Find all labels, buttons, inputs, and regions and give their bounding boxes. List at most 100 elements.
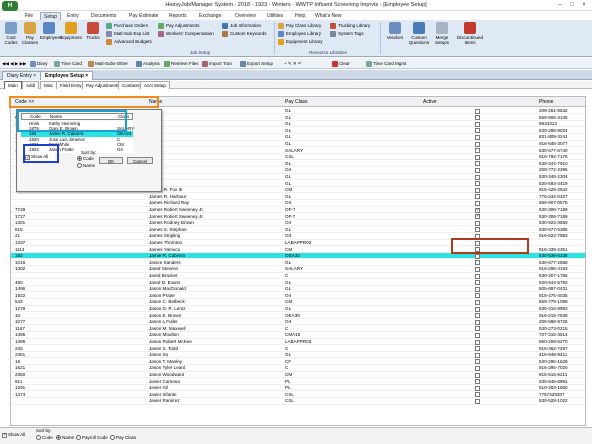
tab-pay-estimate[interactable]: Pay Estimate — [126, 12, 161, 20]
active-checkbox[interactable] — [475, 174, 480, 180]
active-checkbox[interactable] — [475, 313, 480, 319]
add-icon[interactable]: + ✎ ✕ ↶ — [284, 59, 302, 68]
pay-adjustments-button[interactable]: Pay Adjustments — [158, 22, 200, 30]
active-checkbox[interactable] — [475, 299, 480, 305]
employees-button[interactable]: Employees — [40, 22, 62, 40]
active-checkbox[interactable] — [475, 293, 480, 299]
matl-subs-other-button[interactable]: Matl-Subs-Other — [88, 59, 128, 68]
table-row[interactable]: Javier Ramirez CSL 530-528-1022 — [11, 398, 585, 405]
active-checkbox[interactable] — [475, 365, 480, 371]
active-checkbox[interactable] — [475, 161, 480, 167]
table-row[interactable]: 21 James Stripling O3 916-622-7983 — [11, 233, 585, 240]
tab-diary-entry[interactable]: Diary Entry × — [2, 71, 42, 80]
active-checkbox[interactable] — [475, 200, 480, 206]
table-row[interactable]: 226 Jason S. Todd C 916-362-7297 — [11, 346, 585, 352]
active-checkbox[interactable] — [475, 319, 480, 325]
employee-library-button[interactable]: Employee Library — [278, 30, 321, 38]
active-checkbox[interactable] — [475, 240, 480, 246]
active-checkbox[interactable] — [475, 398, 480, 404]
trucks-button[interactable]: Trucks — [84, 22, 102, 40]
export-setup-button[interactable]: Export Setup — [240, 59, 273, 68]
table-row[interactable]: 1495 Jason Moulton CMA15 707-315-3514 — [11, 332, 585, 339]
sort-payroll-code-radio[interactable]: Payroll Code — [76, 435, 108, 441]
tab-file[interactable]: File — [22, 12, 36, 20]
tab-employee-setup[interactable]: Employee Setup × — [40, 71, 94, 80]
cancel-button[interactable]: Cancel — [127, 157, 153, 164]
active-checkbox[interactable] — [475, 339, 480, 345]
maximize-icon[interactable]: □ — [566, 1, 578, 9]
equipment-library-button[interactable]: Equipment Library — [278, 38, 323, 46]
advanced-budgets-button[interactable]: Advanced Budgets — [106, 38, 152, 46]
active-checkbox[interactable] — [475, 247, 480, 253]
nav-first-button[interactable]: ◀◀ ◀ ▶ ▶▶ — [2, 59, 27, 68]
tab-exchange[interactable]: Exchange — [196, 12, 224, 20]
table-row[interactable]: 1114 James Yamuco CM 916-339-2351 — [11, 247, 585, 253]
active-checkbox[interactable] — [475, 253, 480, 259]
active-checkbox[interactable] — [475, 187, 480, 193]
active-checkbox[interactable] — [475, 266, 480, 272]
active-checkbox[interactable] — [475, 141, 480, 147]
active-checkbox[interactable] — [475, 148, 480, 154]
active-checkbox[interactable] — [475, 306, 480, 312]
table-row[interactable]: 1727 James Robert Sweeney Jr. OF-7 530-306-… — [11, 213, 585, 220]
active-checkbox[interactable] — [475, 154, 480, 160]
active-checkbox[interactable] — [475, 207, 480, 213]
table-row[interactable]: 1016 Janice Sanders GL 530-677-2558 — [11, 260, 585, 266]
time-card-mgmt-button[interactable]: Time Card Mgmt — [366, 59, 406, 68]
active-checkbox[interactable] — [475, 194, 480, 200]
ok-button[interactable]: OK — [99, 157, 123, 164]
cost-codes-button[interactable]: Cost Codes — [2, 22, 20, 45]
retrieve-files-button[interactable]: Retrieve Files — [164, 59, 199, 68]
active-checkbox[interactable] — [475, 233, 480, 239]
table-row[interactable]: 1496 Jason MacDonald GL 505-697-0431 — [11, 286, 585, 293]
active-checkbox[interactable] — [475, 372, 480, 378]
popup-sort-code[interactable]: Code — [77, 156, 94, 162]
col-header-name[interactable]: Name — [149, 99, 162, 105]
workers-compensation-button[interactable]: Workers' Compensation — [158, 30, 214, 38]
active-checkbox[interactable] — [475, 108, 480, 114]
popup-sort-name[interactable]: Name — [77, 163, 95, 169]
active-checkbox[interactable] — [475, 213, 480, 219]
active-checkbox[interactable] — [475, 326, 480, 332]
active-checkbox[interactable] — [475, 392, 480, 398]
active-checkbox[interactable] — [475, 286, 480, 292]
tab-whats-new[interactable]: What's New — [312, 12, 345, 20]
table-row[interactable]: 182 Jamie R. Cabrera OEA33 530-539-6236 — [11, 253, 585, 260]
sort-name-radio[interactable]: Name — [56, 435, 74, 441]
subtab-addl[interactable]: Addl — [22, 81, 40, 89]
tab-documents[interactable]: Documents — [88, 12, 119, 20]
table-row[interactable]: 2360 Jason Woodward CM 916-515-6211 — [11, 372, 585, 379]
active-checkbox[interactable] — [475, 134, 480, 140]
active-checkbox[interactable] — [475, 167, 480, 173]
show-all-checkbox[interactable]: Show All — [25, 152, 55, 163]
tab-entry[interactable]: Entry — [64, 12, 82, 20]
table-row[interactable]: 1621 Jason Tyler Leard C 916-295-7020 — [11, 365, 585, 372]
analysis-button[interactable]: Analysis — [136, 59, 160, 68]
table-row[interactable]: 1496 Jason Robert McKee LABAPPR03 650-200-5… — [11, 339, 585, 346]
table-row[interactable]: 1374 Javier Infante CSL 7757429307 — [11, 392, 585, 398]
pay-classes-button[interactable]: Pay Classes — [21, 22, 39, 45]
table-row[interactable]: 10 Jason E. Brown OEA30 916-215-7639 — [11, 313, 585, 319]
merge-setups-button[interactable]: Merge Setups — [432, 22, 452, 45]
active-checkbox[interactable] — [475, 121, 480, 127]
active-checkbox[interactable] — [475, 181, 480, 187]
table-row[interactable]: 911 Javier Camona PL 530-846-6881 — [11, 379, 585, 385]
equipment-button[interactable]: Equipment — [60, 22, 82, 40]
col-header-payclass[interactable]: Pay Class — [285, 99, 308, 105]
active-checkbox[interactable] — [475, 359, 480, 365]
subtab-acct-setup[interactable]: Acct Setup — [140, 81, 170, 89]
tab-setup[interactable]: Setup — [40, 12, 62, 20]
purchase-orders-button[interactable]: Purchase Orders — [106, 22, 148, 30]
active-checkbox[interactable] — [475, 115, 480, 121]
active-checkbox[interactable] — [475, 220, 480, 226]
table-row[interactable]: 543 Jason C. Belbeck CM 559-779-1089 — [11, 299, 585, 306]
tab-utilities[interactable]: Utilities — [264, 12, 286, 20]
table-row[interactable]: 460 Jared D. Evans GL 530-644-5750 — [11, 280, 585, 286]
clear-button[interactable]: Clear — [332, 59, 350, 68]
table-row[interactable]: 2361 Jason So GL 415-948-9411 — [11, 352, 585, 359]
import-tran-button[interactable]: Import Tran — [202, 59, 232, 68]
discontinued-items-button[interactable]: Discontinued Items — [456, 22, 484, 45]
table-row[interactable]: 1302 Jared Stevens SALARY 916-296-4193 — [11, 266, 585, 273]
col-header-code[interactable]: Code >> — [15, 99, 34, 105]
subtab-misc[interactable]: Misc — [40, 81, 58, 89]
